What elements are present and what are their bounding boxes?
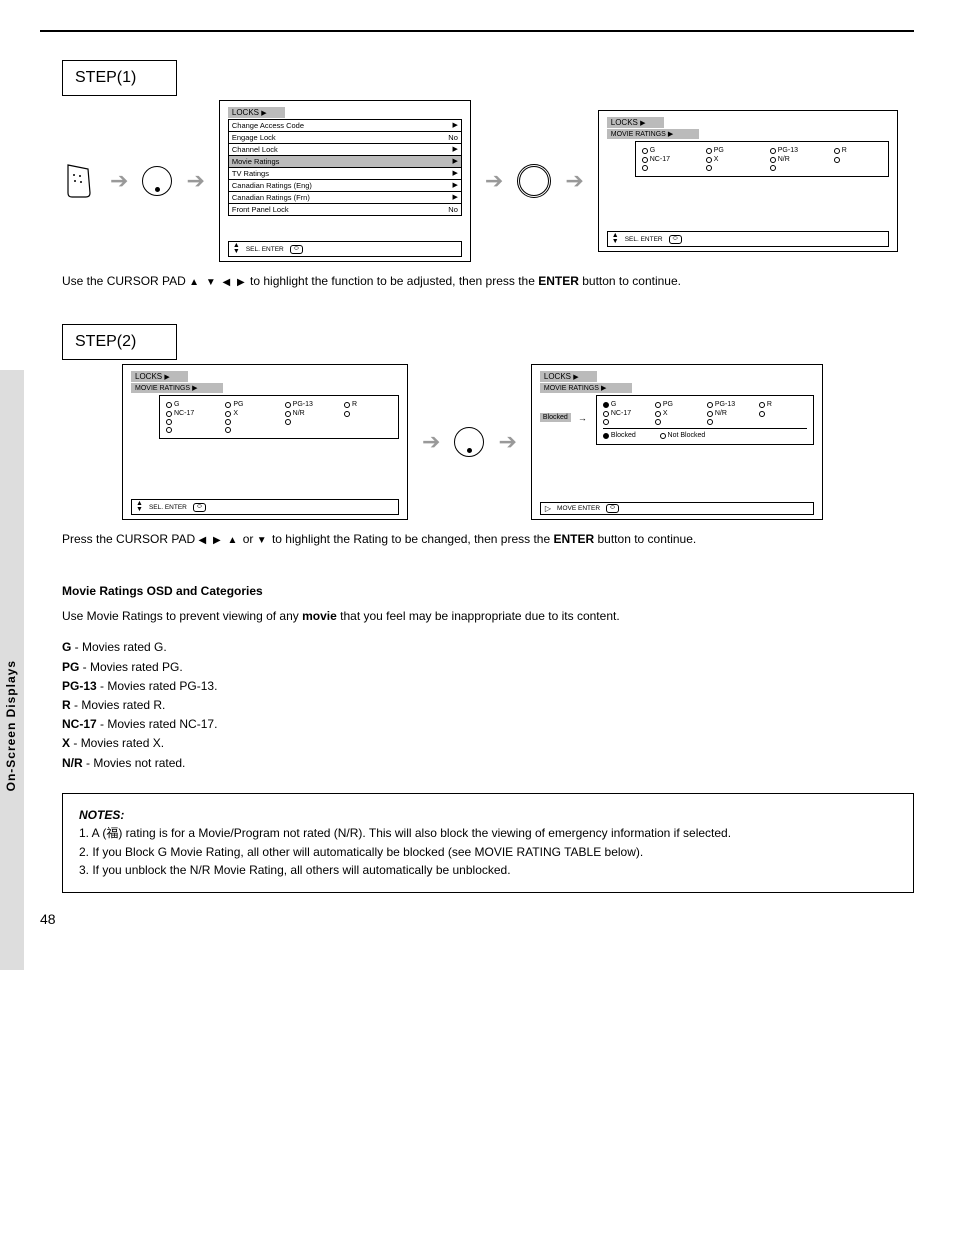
screen-subtitle: MOVIE RATINGS ▶	[131, 383, 223, 393]
categories-title: Movie Ratings OSD and Categories	[62, 582, 914, 601]
screen-title: LOCKS ▶	[228, 107, 285, 118]
hint-bar: ▲▼ SEL. ENTER ⬭	[607, 231, 889, 247]
arrow-icon: ➔	[498, 429, 516, 455]
remote-icon	[62, 161, 96, 201]
arrow-icon: ➔	[485, 168, 503, 194]
notes-title: NOTES:	[79, 808, 124, 822]
movie-ratings-screen-after: LOCKS ▶ MOVIE RATINGS ▶ Blocked → G PG P…	[531, 364, 823, 520]
step2-caption: Press the CURSOR PAD ◀ ▶ ▲ or ▼ to highl…	[62, 530, 914, 548]
note-line: 3. If you unblock the N/R Movie Rating, …	[79, 861, 897, 880]
screen-title: LOCKS ▶	[607, 117, 664, 128]
page-number: 48	[40, 911, 914, 927]
arrow-icon: ➔	[422, 429, 440, 455]
screen-title: LOCKS ▶	[131, 371, 188, 382]
movie-ratings-screen: LOCKS ▶ MOVIE RATINGS ▶ G PG PG-13 R NC-…	[598, 110, 898, 252]
ratings-grid: G PG PG-13 R NC-17 X N/R	[635, 141, 889, 177]
notes-box: NOTES: 1. A (福) rating is for a Movie/Pr…	[62, 793, 914, 893]
arrow-icon: ➔	[565, 168, 583, 194]
page-header-rule	[40, 30, 914, 60]
cursor-pad-button[interactable]	[454, 427, 484, 457]
hint-bar: ▷ MOVE ENTER ⬭	[540, 502, 814, 515]
ratings-grid: G PG PG-13 R NC-17 X N/R	[596, 395, 814, 445]
menu-item[interactable]: Front Panel LockNo	[228, 203, 462, 216]
step2-flow: LOCKS ▶ MOVIE RATINGS ▶ G PG PG-13 R NC-…	[62, 364, 914, 520]
screen-title: LOCKS ▶	[540, 371, 597, 382]
cursor-pad-button[interactable]	[142, 166, 172, 196]
note-line: 1. A (福) rating is for a Movie/Program n…	[79, 824, 897, 843]
arrow-icon: ➔	[186, 168, 204, 194]
step2-label: STEP(2)	[62, 324, 177, 360]
step1-caption: Use the CURSOR PAD ▲ ▼ ◀ ▶ to highlight …	[62, 272, 914, 290]
note-line: 2. If you Block G Movie Rating, all othe…	[79, 843, 897, 862]
screen-subtitle: MOVIE RATINGS ▶	[540, 383, 632, 393]
locks-menu-screen: LOCKS ▶ Change Access Code▶ Engage LockN…	[219, 100, 471, 262]
step1-flow: ➔ ➔ LOCKS ▶ Change Access Code▶ Engage L…	[62, 100, 914, 262]
step1-label: STEP(1)	[62, 60, 177, 96]
movie-ratings-screen-before: LOCKS ▶ MOVIE RATINGS ▶ G PG PG-13 R NC-…	[122, 364, 408, 520]
movie-ratings-categories: Movie Ratings OSD and Categories Use Mov…	[62, 582, 914, 773]
blocked-label: Blocked	[540, 413, 571, 422]
enter-button[interactable]	[517, 164, 551, 198]
side-section-label: On-Screen Displays	[4, 660, 18, 791]
screen-subtitle: MOVIE RATINGS ▶	[607, 129, 699, 139]
hint-bar: ▲▼ SEL. ENTER ⬭	[228, 241, 462, 257]
move-arrow-icon: →	[578, 413, 587, 423]
ratings-grid: G PG PG-13 R NC-17 X N/R	[159, 395, 399, 439]
arrow-icon: ➔	[110, 168, 128, 194]
hint-bar: ▲▼ SEL. ENTER ⬭	[131, 499, 399, 515]
